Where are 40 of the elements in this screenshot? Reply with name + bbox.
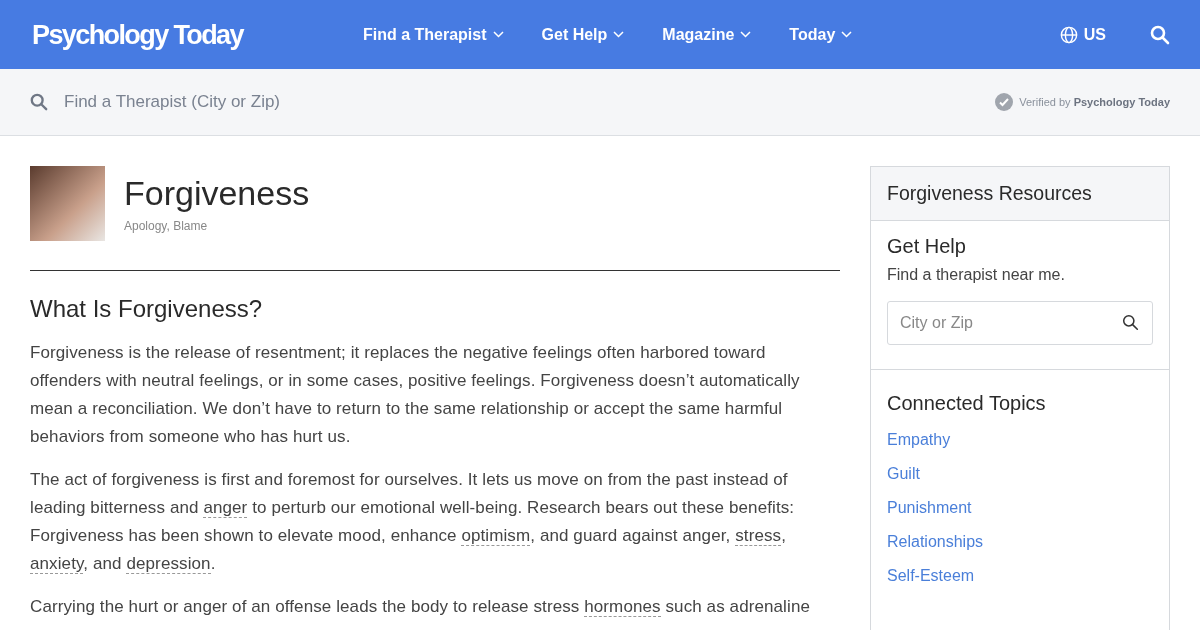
panel-title: Forgiveness Resources: [871, 167, 1169, 221]
topic-title: Forgiveness: [124, 174, 310, 213]
related-topics-text: Apology, Blame: [124, 219, 209, 233]
topic-link[interactable]: Punishment: [887, 499, 1153, 517]
section-heading: What Is Forgiveness?: [30, 295, 264, 323]
chevron-down-icon: [613, 31, 625, 38]
topic-link[interactable]: hormones: [584, 597, 661, 617]
topic-link[interactable]: Guilt: [887, 465, 1153, 483]
section-heading: Connected Topics: [887, 392, 1047, 415]
search-icon: [1150, 24, 1170, 45]
city-search-field[interactable]: City or Zip: [887, 301, 1153, 345]
chevron-down-icon: [841, 31, 853, 38]
nav-menu-link[interactable]: Get Help: [541, 25, 625, 44]
search-button[interactable]: [1150, 24, 1170, 45]
chevron-down-icon: [740, 31, 752, 38]
topic-link[interactable]: depression: [126, 554, 211, 574]
topic-link[interactable]: stress: [735, 526, 782, 546]
nav-menu-link[interactable]: Find a Therapist: [362, 25, 504, 44]
topic-link[interactable]: anger: [203, 498, 248, 518]
logo[interactable]: Psychology Today: [32, 17, 243, 52]
paragraph: The act of forgiveness is first and foremost for ourselves. It lets us move on from the past instead of leading bitterness and anger to perturb our emotional well-being. Research bears out these benefits: Forgiveness has been shown to elevate mood, enhance optimism, and guard against anger, stress, anxiety, and depression.: [30, 469, 796, 576]
topic-link[interactable]: Self-Esteem: [887, 567, 1153, 585]
paragraph: Forgiveness is the release of resentment; it replaces the negative feelings often harbored toward offenders with neutral feelings, or in some cases, positive feelings. Forgiveness doesn’t automatically mean a reconciliation. We don’t have to return to the same relationship or accept the same harmful behaviors from someone who has hurt us.: [30, 342, 801, 448]
help-text: Find a therapist near me.: [887, 266, 1066, 284]
chevron-down-icon: [492, 31, 504, 38]
topic-link[interactable]: Relationships: [887, 533, 1153, 551]
search-icon: [30, 93, 48, 111]
region-button[interactable]: US: [1059, 25, 1106, 44]
search-icon: [1122, 314, 1139, 331]
topic-link[interactable]: optimism: [461, 526, 531, 546]
nav-menu-link[interactable]: Magazine: [662, 25, 752, 44]
therapist-search-field[interactable]: Find a Therapist (City or Zip): [62, 91, 466, 113]
verified-by-text: Verified by Psychology Today: [1019, 96, 1170, 108]
check-badge-icon: [995, 93, 1014, 111]
section-heading: Get Help: [887, 235, 967, 258]
nav-menu-link[interactable]: Today: [789, 25, 853, 44]
paragraph: Carrying the hurt or anger of an offense leads the body to release stress hormones such as adrenaline: [30, 596, 811, 619]
topic-link[interactable]: Empathy: [887, 431, 1153, 449]
topic-link[interactable]: anxiety: [30, 554, 84, 574]
globe-icon: [1059, 25, 1078, 44]
